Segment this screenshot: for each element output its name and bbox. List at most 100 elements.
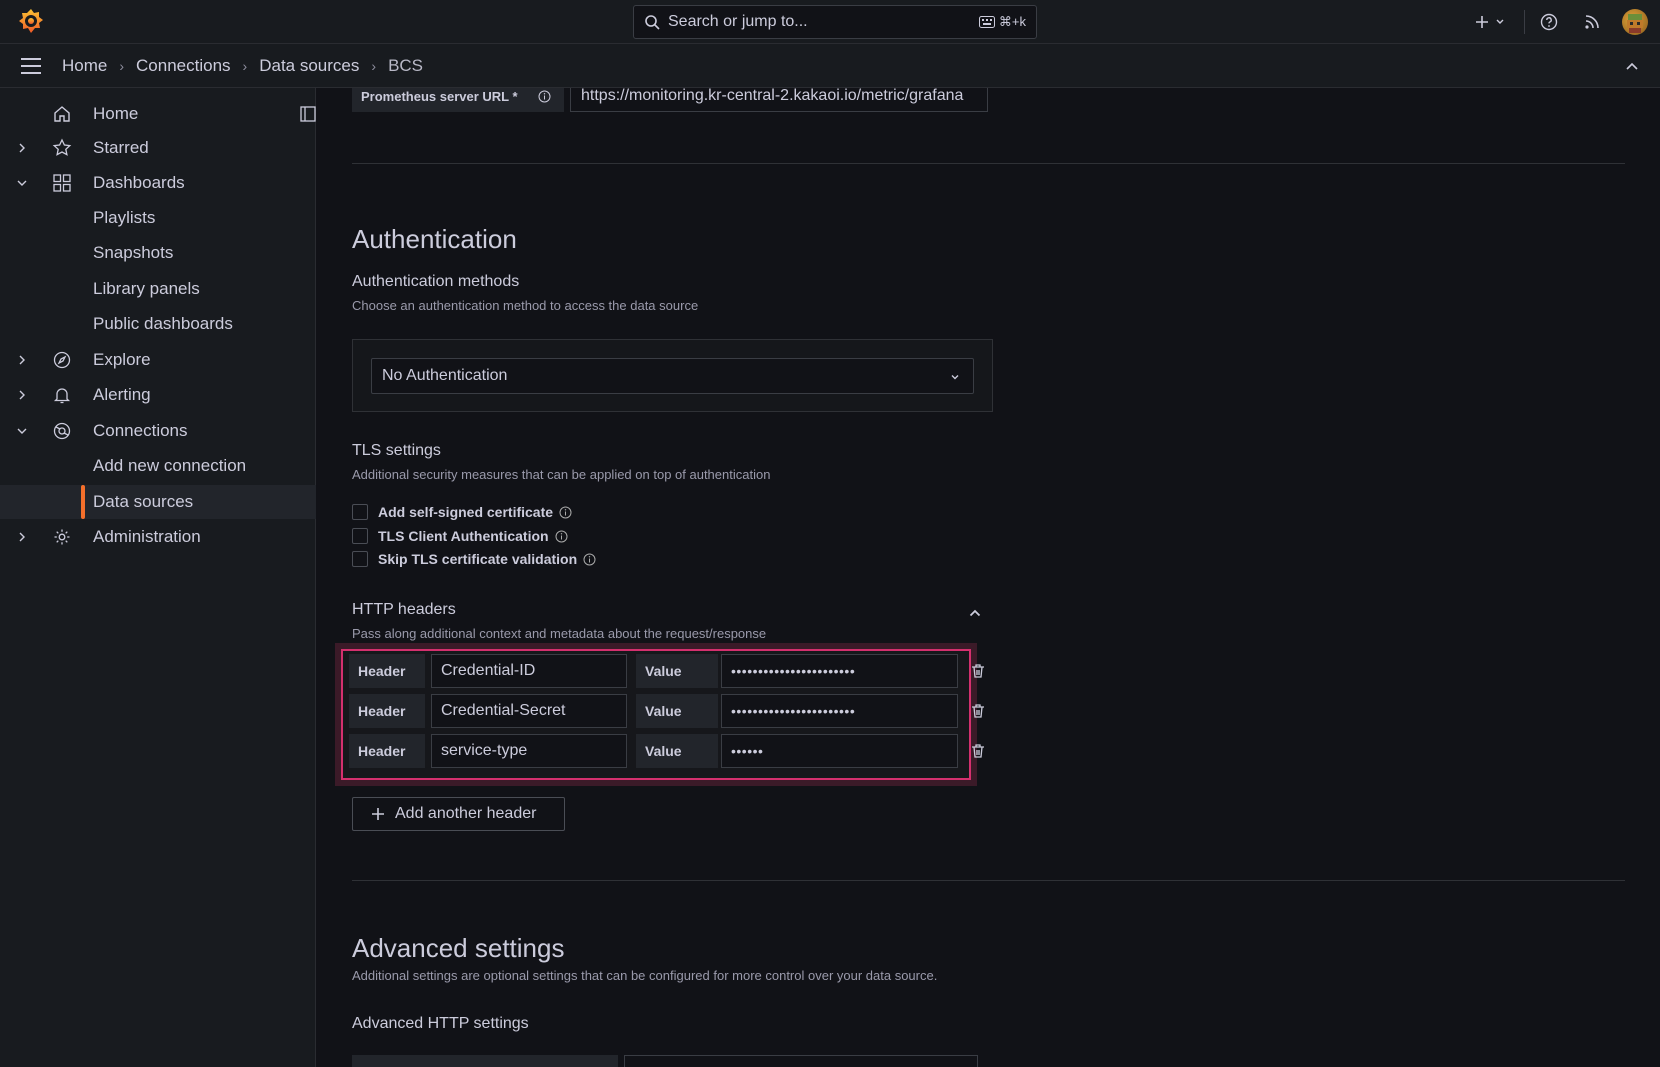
checkbox[interactable] [352, 528, 368, 544]
sidebar-item-snapshots[interactable]: Snapshots [0, 236, 316, 270]
chevron-right-icon[interactable] [16, 142, 28, 154]
new-menu-button[interactable] [1471, 11, 1493, 33]
chevron-right-icon[interactable] [16, 354, 28, 366]
top-bar: Search or jump to... ⌘+k [0, 0, 1660, 44]
gear-icon [54, 529, 70, 545]
prometheus-url-input[interactable]: https://monitoring.kr-central-2.kakaoi.i… [570, 88, 988, 112]
chevron-down-icon [951, 375, 959, 380]
plus-icon [1476, 16, 1488, 28]
header-key-label: Header [349, 694, 425, 728]
sidebar-item-starred[interactable]: Starred [0, 131, 316, 165]
plus-icon [372, 808, 384, 820]
header-key-label: Header [349, 654, 425, 688]
advanced-settings-title: Advanced settings [352, 933, 565, 963]
http-headers-list: Header Credential-ID Value •••••••••••••… [341, 649, 984, 780]
info-icon[interactable] [538, 90, 551, 103]
breadcrumb-bar: Home › Connections › Data sources › BCS [0, 44, 1660, 88]
header-name-input[interactable]: service-type [431, 734, 627, 768]
sidebar-item-label: Starred [93, 138, 149, 157]
sidebar: Home Starred Dashboards Playlists Snapsh… [0, 88, 316, 1067]
sidebar-item-dashboards[interactable]: Dashboards [0, 166, 316, 200]
breadcrumb-home[interactable]: Home [62, 56, 107, 76]
sidebar-item-data-sources[interactable]: Data sources [0, 485, 316, 519]
sidebar-item-explore[interactable]: Explore [0, 343, 316, 377]
rss-icon [1585, 15, 1599, 29]
news-button[interactable] [1581, 11, 1603, 33]
trash-icon[interactable] [970, 703, 986, 719]
header-value-input[interactable]: •••••• [721, 734, 958, 768]
search-bar[interactable]: Search or jump to... ⌘+k [633, 5, 1037, 39]
main-content: Prometheus server URL * https://monitori… [317, 88, 1660, 1067]
breadcrumb: Home › Connections › Data sources › BCS [62, 44, 423, 88]
trash-icon[interactable] [970, 743, 986, 759]
chevron-down-icon[interactable] [16, 177, 28, 189]
authentication-title: Authentication [352, 224, 517, 254]
chevron-down-icon[interactable] [16, 425, 28, 437]
breadcrumb-separator-icon: › [371, 58, 377, 74]
sidebar-item-label: Playlists [93, 208, 156, 227]
sidebar-item-administration[interactable]: Administration [0, 520, 316, 554]
auth-method-select[interactable]: No Authentication [371, 358, 974, 394]
connections-icon [53, 422, 71, 440]
help-button[interactable] [1538, 11, 1560, 33]
advanced-settings-desc: Additional settings are optional setting… [352, 968, 938, 983]
url-label-text: Prometheus server URL * [361, 88, 518, 104]
breadcrumb-data-sources[interactable]: Data sources [259, 56, 359, 76]
tls-title: TLS settings [352, 442, 441, 459]
advanced-http-title: Advanced HTTP settings [352, 1015, 529, 1032]
chevron-up-icon[interactable] [968, 606, 982, 620]
auth-method-value: No Authentication [382, 367, 508, 384]
tls-option-skip-validation[interactable]: Skip TLS certificate validation [352, 550, 596, 568]
checkbox[interactable] [352, 551, 368, 567]
breadcrumb-current: BCS [388, 56, 424, 75]
bell-icon [53, 388, 71, 404]
auth-method-box: No Authentication [352, 339, 993, 412]
breadcrumb-connections[interactable]: Connections [136, 56, 231, 76]
http-headers-desc: Pass along additional context and metada… [352, 626, 767, 641]
sidebar-item-add-new-connection[interactable]: Add new connection [0, 449, 316, 483]
header-value-label: Value [636, 694, 718, 728]
info-icon[interactable] [559, 506, 572, 519]
sidebar-item-connections[interactable]: Connections [0, 414, 316, 448]
info-icon[interactable] [555, 530, 568, 543]
advanced-field-input[interactable] [624, 1055, 978, 1067]
add-header-button[interactable]: Add another header [352, 797, 565, 831]
info-icon[interactable] [583, 553, 596, 566]
header-name-input[interactable]: Credential-ID [431, 654, 627, 688]
header-value-input[interactable]: ••••••••••••••••••••••• [721, 654, 958, 688]
advanced-http-row [352, 1055, 978, 1067]
checkbox-label: Add self-signed certificate [378, 504, 554, 520]
section-divider [352, 880, 1625, 881]
sidebar-item-playlists[interactable]: Playlists [0, 201, 316, 235]
user-avatar[interactable] [1622, 9, 1648, 35]
breadcrumb-separator-icon: › [242, 58, 248, 74]
chevron-right-icon[interactable] [16, 389, 28, 401]
tls-option-self-signed[interactable]: Add self-signed certificate [352, 503, 572, 521]
sidebar-item-public-dashboards[interactable]: Public dashboards [0, 307, 316, 341]
sidebar-item-label: Data sources [93, 492, 194, 511]
checkbox-label: Skip TLS certificate validation [378, 551, 578, 567]
checkbox[interactable] [352, 504, 368, 520]
tls-option-client-auth[interactable]: TLS Client Authentication [352, 527, 568, 545]
header-row: Header service-type Value •••••• [349, 734, 986, 768]
help-icon [1540, 13, 1558, 31]
sidebar-item-library-panels[interactable]: Library panels [0, 272, 316, 306]
header-value-input[interactable]: ••••••••••••••••••••••• [721, 694, 958, 728]
home-icon [54, 106, 70, 122]
menu-icon[interactable] [20, 56, 42, 76]
trash-icon[interactable] [970, 663, 986, 679]
new-menu-caret[interactable] [1491, 11, 1509, 33]
grafana-logo-icon[interactable] [17, 7, 45, 35]
sidebar-item-label: Home [93, 104, 139, 123]
sidebar-item-alerting[interactable]: Alerting [0, 378, 316, 412]
search-icon [645, 15, 660, 30]
chevron-up-icon[interactable] [1624, 58, 1640, 74]
header-name-input[interactable]: Credential-Secret [431, 694, 627, 728]
sidebar-item-label: Explore [93, 350, 151, 369]
add-header-label: Add another header [395, 805, 537, 822]
header-key-label: Header [349, 734, 425, 768]
header-value-label: Value [636, 654, 718, 688]
chevron-right-icon[interactable] [16, 531, 28, 543]
sidebar-item-home[interactable]: Home [0, 97, 316, 131]
active-indicator [81, 485, 85, 519]
